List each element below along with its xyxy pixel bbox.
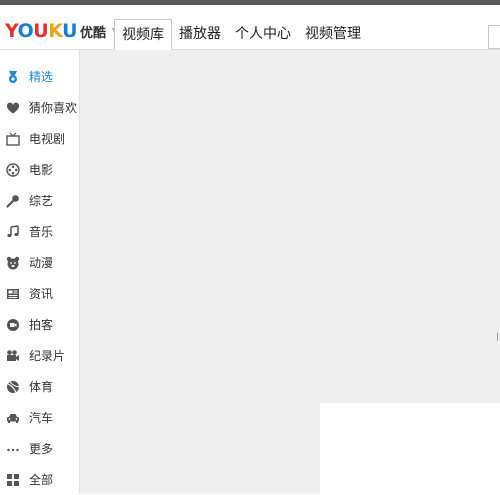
sidebar-item-sports[interactable]: 体育 <box>0 371 80 402</box>
tab-player[interactable]: 播放器 <box>172 19 228 49</box>
tv-icon <box>6 132 20 146</box>
sidebar: 精选 猜你喜欢 电视剧 电影 综艺 音乐 动漫 资讯 拍客 纪录片 体育 汽车 … <box>0 50 80 494</box>
sidebar-item-all[interactable]: 全部 <box>0 464 80 495</box>
sidebar-item-paike[interactable]: 拍客 <box>0 309 80 340</box>
video-camera-icon <box>6 349 20 363</box>
ball-icon <box>6 380 20 394</box>
sidebar-item-auto[interactable]: 汽车 <box>0 402 80 433</box>
tab-video-library[interactable]: 视频库 <box>114 19 172 50</box>
grid-icon <box>6 473 20 487</box>
overlay-panel <box>320 403 500 494</box>
film-reel-icon <box>6 162 20 177</box>
logo-cn-text: 优酷 <box>80 25 107 41</box>
youku-logo[interactable]: YOUKU 优酷 ▼ <box>5 21 119 41</box>
sidebar-item-label: 动漫 <box>29 256 54 270</box>
tab-video-management[interactable]: 视频管理 <box>298 19 368 49</box>
sidebar-item-label: 体育 <box>29 380 54 394</box>
bear-face-icon <box>6 256 20 270</box>
top-nav: 视频库 播放器 个人中心 视频管理 <box>114 18 368 50</box>
sidebar-item-label: 电影 <box>29 163 54 177</box>
sidebar-item-tv-series[interactable]: 电视剧 <box>0 123 80 154</box>
sidebar-item-movies[interactable]: 电影 <box>0 154 80 185</box>
ellipsis-icon <box>6 442 20 456</box>
sidebar-item-label: 音乐 <box>29 225 54 239</box>
sidebar-item-label: 电视剧 <box>29 132 66 146</box>
sidebar-item-guess-you-like[interactable]: 猜你喜欢 <box>0 92 80 123</box>
sidebar-item-label: 拍客 <box>29 318 54 332</box>
heart-icon <box>6 101 20 115</box>
tab-personal-center[interactable]: 个人中心 <box>228 19 298 49</box>
sidebar-item-news[interactable]: 资讯 <box>0 278 80 309</box>
sidebar-item-label: 更多 <box>29 442 54 456</box>
sidebar-item-label: 汽车 <box>29 411 54 425</box>
newspaper-icon <box>6 287 20 301</box>
sidebar-item-more[interactable]: 更多 <box>0 433 80 464</box>
sidebar-item-music[interactable]: 音乐 <box>0 216 80 247</box>
sidebar-item-label: 纪录片 <box>29 349 66 363</box>
medal-icon <box>6 70 20 84</box>
logo-wordmark: YOUKU <box>5 20 78 42</box>
camera-record-icon <box>6 318 20 332</box>
sidebar-item-label: 精选 <box>29 70 54 84</box>
sidebar-item-label: 综艺 <box>29 194 54 208</box>
sidebar-item-label: 资讯 <box>29 287 54 301</box>
microphone-icon <box>6 194 20 208</box>
sidebar-item-documentary[interactable]: 纪录片 <box>0 340 80 371</box>
sidebar-item-label: 全部 <box>29 473 54 487</box>
search-input[interactable] <box>488 25 500 49</box>
music-note-icon <box>6 224 20 239</box>
car-icon <box>6 411 20 425</box>
sidebar-item-label: 猜你喜欢 <box>29 101 78 115</box>
sidebar-item-featured[interactable]: 精选 <box>0 61 80 92</box>
sidebar-item-variety[interactable]: 综艺 <box>0 185 80 216</box>
header-bar: YOUKU 优酷 ▼ 视频库 播放器 个人中心 视频管理 <box>0 5 500 50</box>
sidebar-item-anime[interactable]: 动漫 <box>0 247 80 278</box>
